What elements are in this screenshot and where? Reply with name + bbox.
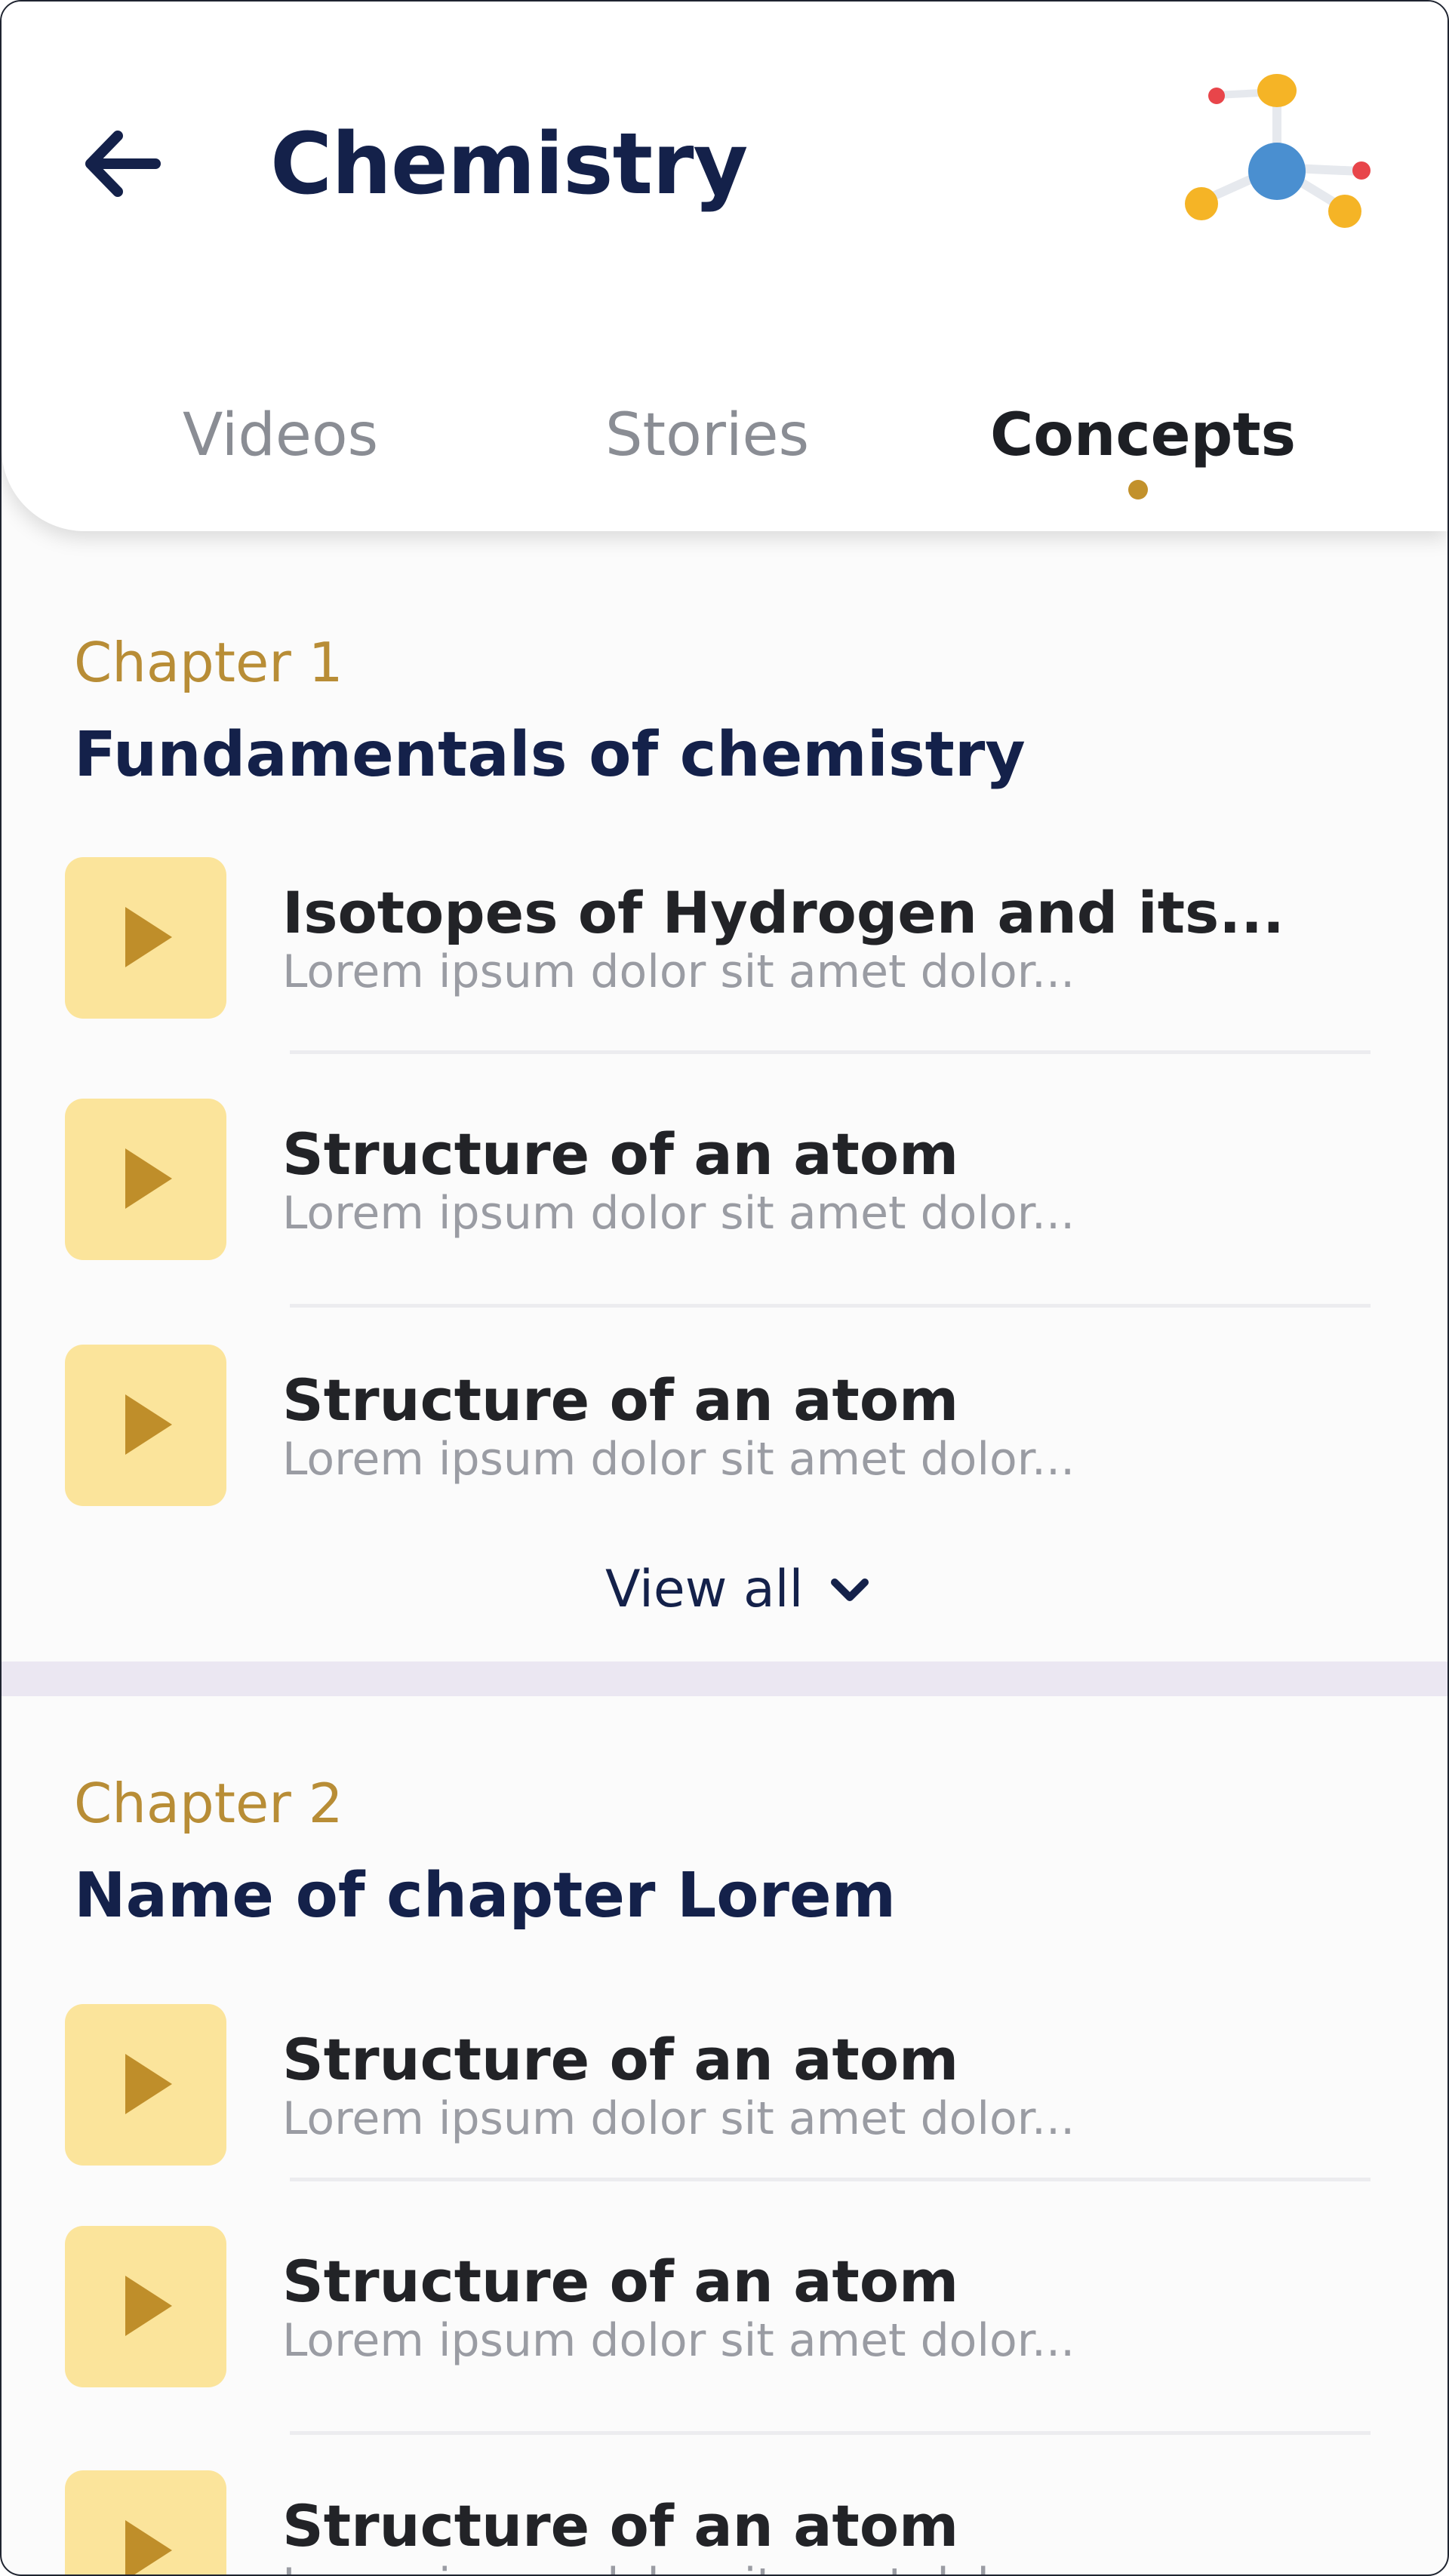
video-thumbnail	[65, 1345, 226, 1506]
view-all-label: View all	[605, 1560, 804, 1619]
item-title: Isotopes of Hydrogen and its...	[282, 879, 1284, 946]
chapter-title: Fundamentals of chemistry	[74, 719, 1026, 791]
item-subtitle: Lorem ipsum dolor sit amet dolor...	[282, 1187, 1075, 1240]
tab-stories[interactable]: Stories	[605, 394, 809, 507]
item-title: Structure of an atom	[282, 2026, 959, 2093]
active-tab-indicator	[1128, 480, 1148, 500]
tab-bar: Videos Stories Concepts	[2, 394, 1447, 507]
item-title: Structure of an atom	[282, 2492, 959, 2559]
divider	[290, 1050, 1371, 1054]
item-subtitle: Lorem ipsum dolor sit amet dolor...	[282, 1433, 1075, 1486]
app-screen: Chemistry Videos Stories Concepts Chapte…	[0, 0, 1449, 2576]
play-icon	[125, 1394, 172, 1455]
page-title: Chemistry	[270, 115, 748, 214]
item-subtitle: Lorem ipsum dolor sit amet dolor...	[282, 2314, 1075, 2367]
play-icon	[125, 1148, 172, 1209]
back-arrow-icon	[85, 131, 161, 197]
item-title: Structure of an atom	[282, 2248, 959, 2315]
video-thumbnail	[65, 2004, 226, 2166]
chapter-label: Chapter 2	[74, 1772, 343, 1835]
item-title: Structure of an atom	[282, 1366, 959, 1434]
divider	[290, 2178, 1371, 2181]
play-icon	[125, 2276, 172, 2336]
section-separator	[2, 1661, 1447, 1696]
item-title: Structure of an atom	[282, 1120, 959, 1188]
list-item[interactable]: Structure of an atom Lorem ipsum dolor s…	[65, 2004, 1363, 2170]
view-all-button[interactable]: View all	[605, 1548, 872, 1631]
list-item[interactable]: Structure of an atom Lorem ipsum dolor s…	[65, 2470, 1363, 2574]
video-thumbnail	[65, 2470, 226, 2574]
play-icon	[125, 2054, 172, 2114]
item-subtitle: Lorem ipsum dolor sit amet dolor...	[282, 2555, 1075, 2574]
back-button[interactable]	[74, 115, 172, 213]
chevron-down-icon	[827, 1567, 872, 1612]
item-subtitle: Lorem ipsum dolor sit amet dolor...	[282, 2092, 1075, 2145]
divider	[290, 2431, 1371, 2435]
tab-videos[interactable]: Videos	[183, 394, 378, 507]
chapter-label: Chapter 1	[74, 631, 343, 694]
play-icon	[125, 2520, 172, 2574]
chapter-title: Name of chapter Lorem	[74, 1860, 897, 1932]
video-thumbnail	[65, 857, 226, 1019]
list-item[interactable]: Structure of an atom Lorem ipsum dolor s…	[65, 1099, 1363, 1265]
video-thumbnail	[65, 1099, 226, 1260]
item-subtitle: Lorem ipsum dolor sit amet dolor...	[282, 945, 1075, 998]
list-item[interactable]: Structure of an atom Lorem ipsum dolor s…	[65, 2226, 1363, 2392]
play-icon	[125, 907, 172, 967]
molecule-icon	[1164, 62, 1390, 273]
video-thumbnail	[65, 2226, 226, 2387]
header: Chemistry Videos Stories Concepts	[2, 2, 1447, 531]
list-item[interactable]: Isotopes of Hydrogen and its... Lorem ip…	[65, 857, 1363, 1023]
divider	[290, 1304, 1371, 1308]
list-item[interactable]: Structure of an atom Lorem ipsum dolor s…	[65, 1345, 1363, 1511]
